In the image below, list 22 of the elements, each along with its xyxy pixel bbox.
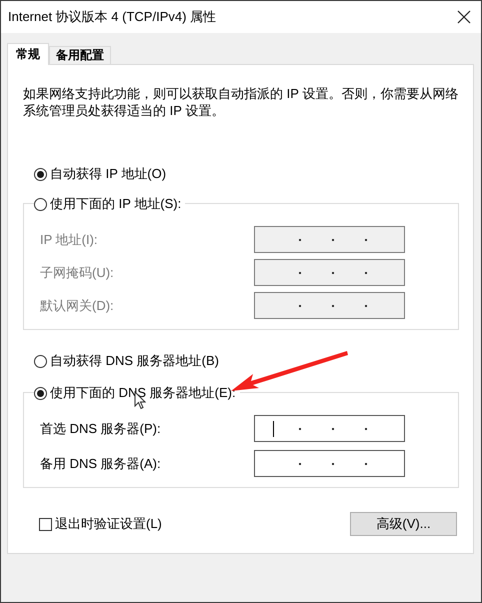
window-title: Internet 协议版本 4 (TCP/IPv4) 属性 bbox=[8, 8, 216, 26]
field-label: 首选 DNS 服务器(P): bbox=[40, 420, 162, 438]
field-label: 默认网关(D): bbox=[40, 296, 115, 314]
radio-button[interactable] bbox=[34, 386, 47, 400]
tab[interactable]: 常规 bbox=[7, 43, 49, 65]
advanced-button[interactable]: 高级(V)... bbox=[350, 512, 457, 536]
radio-button[interactable] bbox=[34, 198, 47, 210]
field-label: 子网掩码(U): bbox=[40, 264, 115, 282]
field-label: 备用 DNS 服务器(A): bbox=[40, 454, 162, 472]
field-label: IP 地址(I): bbox=[40, 230, 99, 248]
tab[interactable]: 备用配置 bbox=[49, 46, 111, 64]
description-text: 如果网络支持此功能，则可以获取自动指派的 IP 设置。否则，你需要从网络系统管理员处获得适当的 IP 设置。 bbox=[23, 85, 459, 119]
radio-label[interactable]: 使用下面的 IP 地址(S): bbox=[50, 195, 182, 213]
close-icon[interactable] bbox=[457, 10, 471, 24]
radio-label[interactable]: 自动获得 DNS 服务器地址(B) bbox=[50, 352, 219, 370]
radio-button[interactable] bbox=[34, 354, 47, 368]
ip-address-field[interactable] bbox=[254, 415, 405, 442]
radio-label[interactable]: 自动获得 IP 地址(O) bbox=[50, 165, 166, 183]
checkbox[interactable] bbox=[39, 518, 52, 530]
ip-address-field[interactable] bbox=[254, 450, 405, 477]
checkbox-label[interactable]: 退出时验证设置(L) bbox=[55, 515, 162, 533]
radio-button[interactable] bbox=[34, 168, 47, 180]
